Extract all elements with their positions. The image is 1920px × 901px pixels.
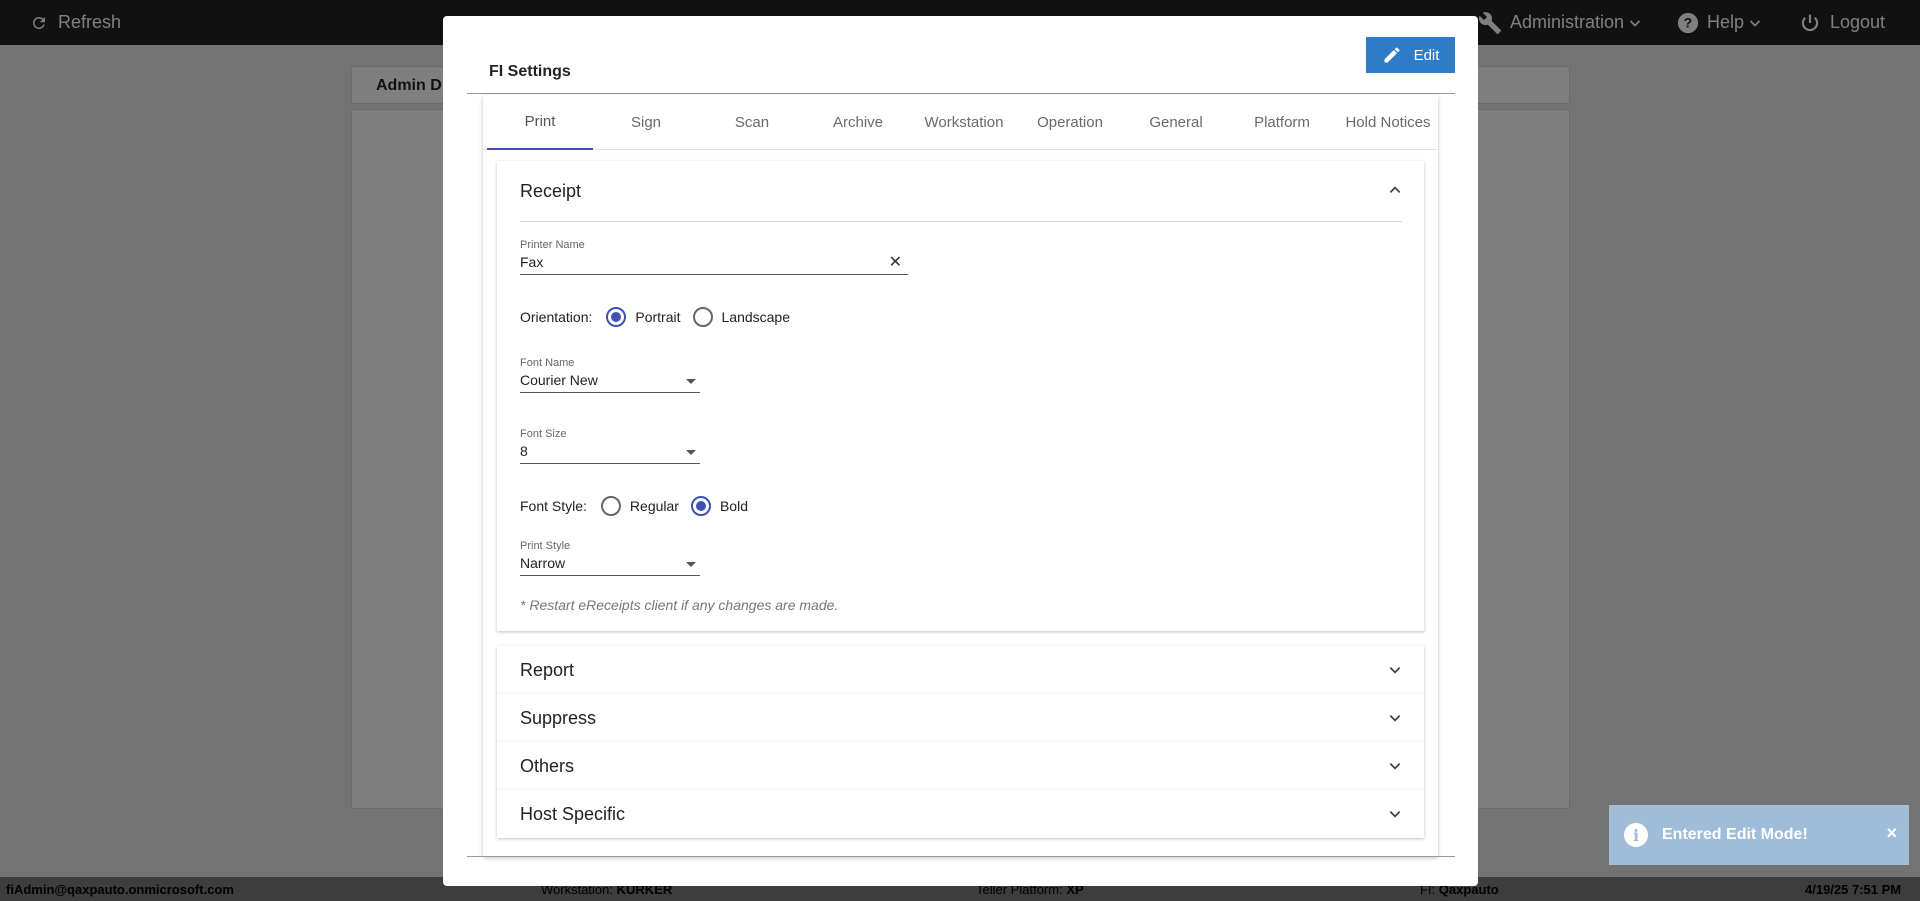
clear-icon[interactable]: ✕	[889, 252, 902, 272]
report-section[interactable]: Report	[497, 646, 1424, 694]
font-size-label: Font Size	[520, 428, 567, 440]
chevron-down-icon	[1389, 811, 1401, 818]
host-specific-section[interactable]: Host Specific	[497, 790, 1424, 838]
printer-name-label: Printer Name	[520, 239, 585, 251]
tab-print[interactable]: Print	[487, 95, 593, 150]
radio-unchecked-icon	[692, 307, 713, 327]
printer-name-field[interactable]: Fax ✕	[520, 251, 908, 275]
edit-button-label: Edit	[1413, 46, 1440, 64]
chevron-up-icon	[1389, 186, 1401, 193]
others-section-header[interactable]: Others	[497, 742, 1424, 790]
printer-name-value: Fax	[520, 254, 544, 270]
orientation-landscape-label: Landscape	[721, 309, 791, 325]
modal-bottom-divider	[467, 856, 1455, 857]
dropdown-arrow-icon	[686, 379, 696, 384]
tab-archive[interactable]: Archive	[805, 95, 911, 150]
font-style-label: Font Style:	[520, 498, 587, 514]
orientation-portrait-label: Portrait	[635, 309, 681, 325]
tab-operation[interactable]: Operation	[1017, 95, 1123, 150]
restart-note: * Restart eReceipts client if any change…	[520, 597, 839, 613]
radio-checked-icon	[606, 307, 627, 327]
radio-checked-icon	[690, 496, 711, 516]
chevron-down-icon	[1389, 715, 1401, 722]
radio-unchecked-icon	[600, 496, 621, 516]
suppress-section[interactable]: Suppress	[497, 694, 1424, 742]
font-style-bold-radio[interactable]: Bold	[690, 496, 748, 516]
font-name-label: Font Name	[520, 357, 575, 369]
orientation-label: Orientation:	[520, 309, 593, 325]
tab-sign[interactable]: Sign	[593, 95, 699, 150]
print-style-label: Print Style	[520, 540, 571, 552]
others-section-title: Others	[520, 756, 575, 776]
font-style-regular-radio[interactable]: Regular	[600, 496, 679, 516]
font-style-bold-label: Bold	[719, 498, 748, 514]
font-size-value: 8	[520, 443, 528, 459]
toast-notification: i Entered Edit Mode! ×	[1609, 805, 1909, 865]
toast-message: Entered Edit Mode!	[1662, 826, 1808, 843]
host-specific-section-header[interactable]: Host Specific	[497, 790, 1424, 838]
orientation-radio-group: Orientation: Portrait Landscape	[520, 307, 802, 327]
tab-general[interactable]: General	[1123, 95, 1229, 150]
font-name-select[interactable]: Courier New	[520, 369, 700, 393]
info-icon: i	[1624, 823, 1648, 847]
print-style-select[interactable]: Narrow	[520, 552, 700, 576]
font-style-regular-label: Regular	[629, 498, 679, 514]
orientation-portrait-radio[interactable]: Portrait	[606, 307, 681, 327]
chevron-down-icon	[1389, 667, 1401, 674]
font-size-select[interactable]: 8	[520, 440, 700, 464]
suppress-section-title: Suppress	[520, 708, 597, 728]
settings-panel: Print Sign Scan Archive Workstation Oper…	[483, 95, 1438, 857]
modal-header: FI Settings Edit	[467, 37, 1455, 94]
fi-settings-modal: FI Settings Edit Print Sign Scan Archive…	[443, 16, 1478, 886]
tab-workstation[interactable]: Workstation	[911, 95, 1017, 150]
tab-hold-notices[interactable]: Hold Notices	[1335, 95, 1441, 150]
font-name-value: Courier New	[520, 372, 598, 388]
print-style-value: Narrow	[520, 555, 566, 571]
chevron-down-icon	[1389, 763, 1401, 770]
orientation-landscape-radio[interactable]: Landscape	[692, 307, 791, 327]
settings-tabs: Print Sign Scan Archive Workstation Oper…	[483, 95, 1438, 150]
report-section-title: Report	[520, 660, 575, 680]
modal-title: FI Settings	[489, 63, 571, 80]
receipt-section-header[interactable]: Receipt	[497, 161, 1424, 221]
receipt-section-title: Receipt	[520, 181, 582, 201]
edit-button[interactable]: Edit	[1366, 37, 1455, 73]
dropdown-arrow-icon	[686, 562, 696, 567]
dropdown-arrow-icon	[686, 450, 696, 455]
report-section-header[interactable]: Report	[497, 646, 1424, 694]
toast-close-button[interactable]: ×	[1886, 823, 1897, 844]
host-specific-section-title: Host Specific	[520, 804, 626, 824]
tab-scan[interactable]: Scan	[699, 95, 805, 150]
others-section[interactable]: Others	[497, 742, 1424, 790]
pencil-icon	[1384, 47, 1400, 63]
section-divider	[520, 221, 1402, 222]
receipt-section: Receipt Printer Name Fax ✕ Orientation: …	[497, 161, 1424, 631]
suppress-section-header[interactable]: Suppress	[497, 694, 1424, 742]
font-style-radio-group: Font Style: Regular Bold	[520, 496, 760, 516]
tab-platform[interactable]: Platform	[1229, 95, 1335, 150]
